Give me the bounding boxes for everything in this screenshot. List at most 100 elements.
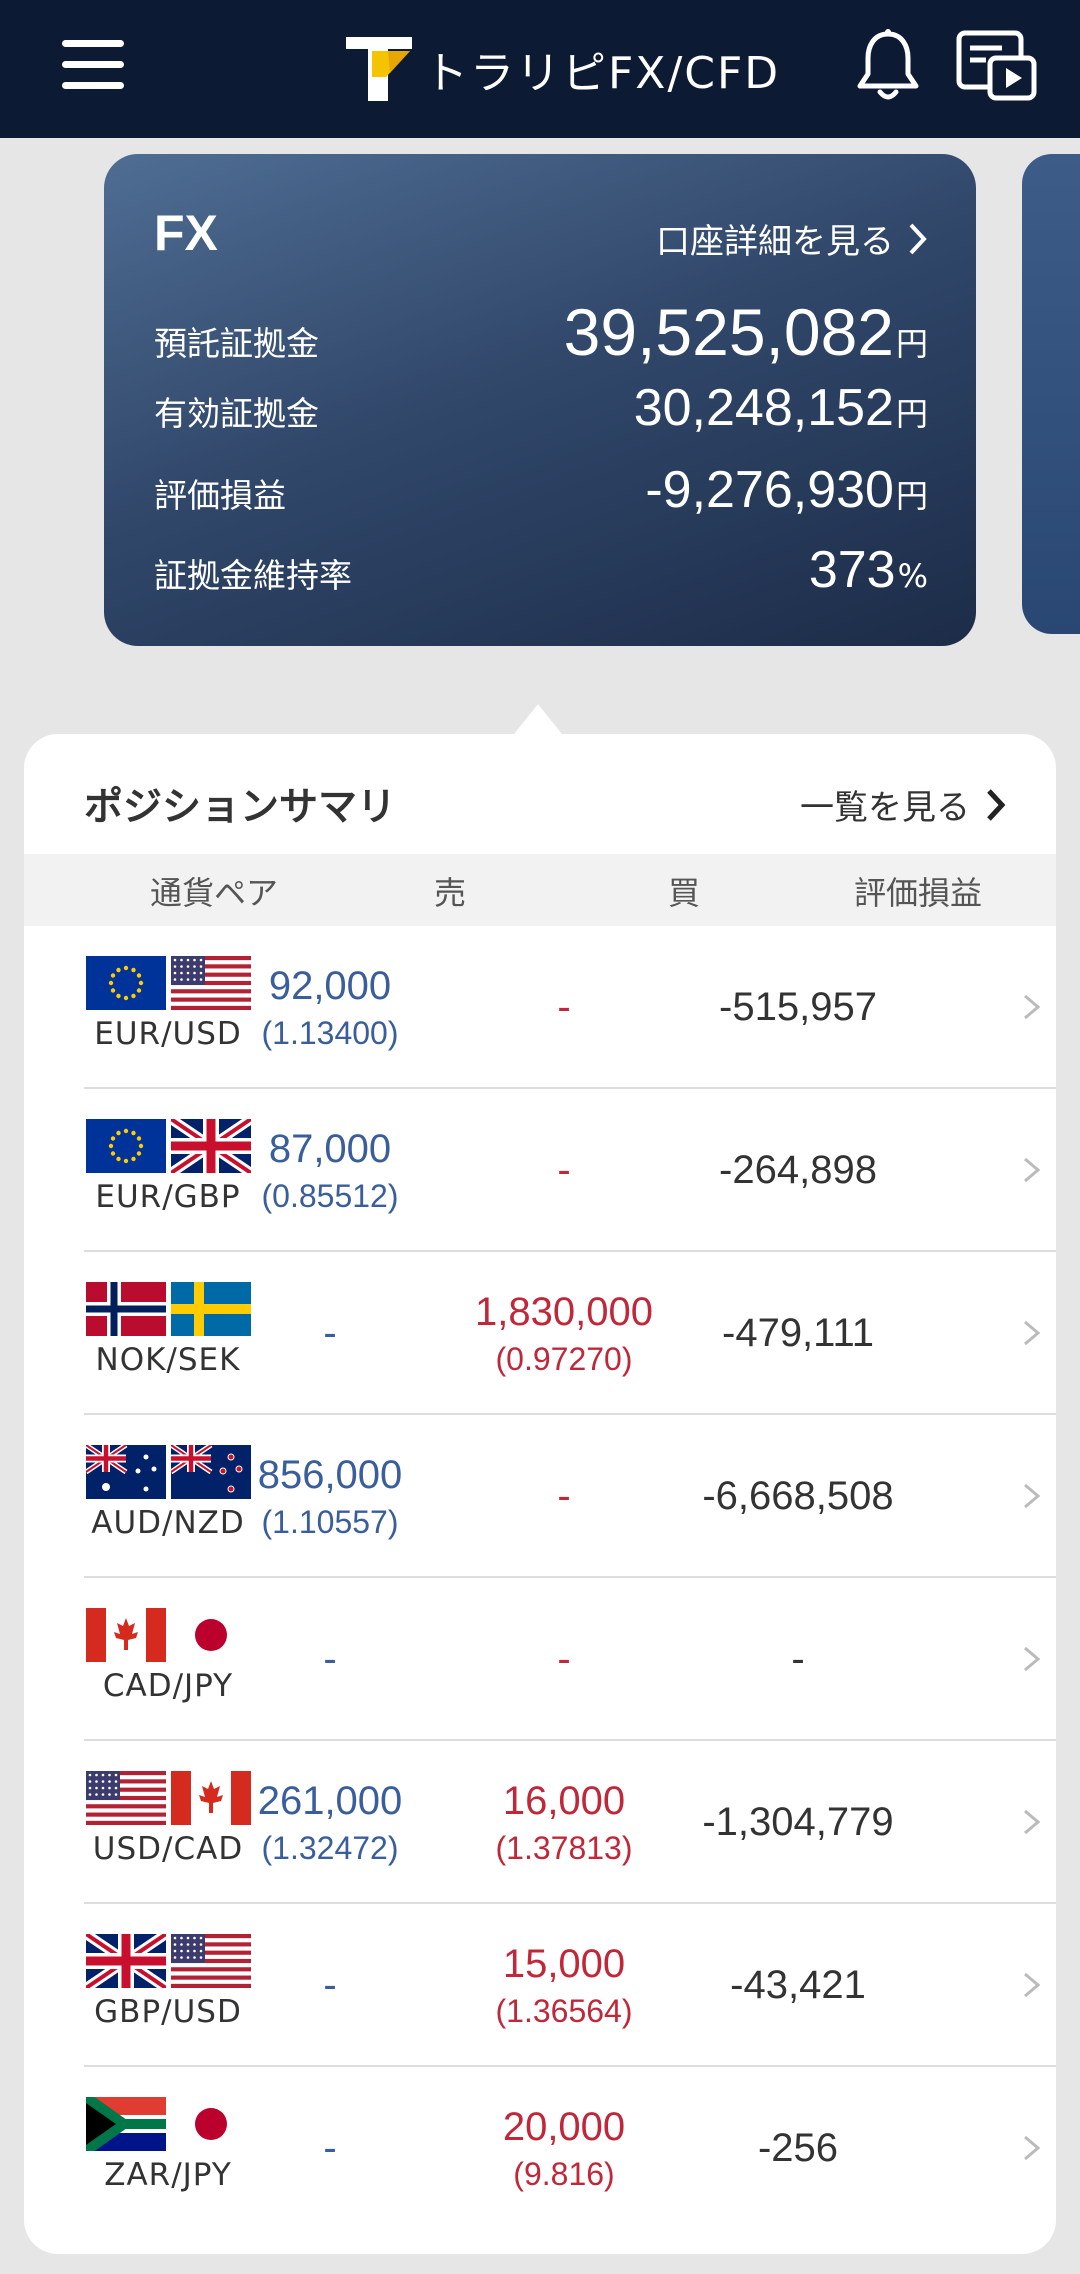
col-pair: 通貨ペア xyxy=(149,874,278,912)
app-logo: トラリピFX/CFD xyxy=(346,34,780,104)
sell-rate: (1.10557) xyxy=(261,1503,399,1540)
chevron-right-icon xyxy=(1024,1809,1041,1835)
chevron-right-icon xyxy=(987,788,1006,821)
sell-quantity: - xyxy=(323,1637,337,1681)
pl-value: -43,421 xyxy=(730,1963,866,2007)
next-account-card[interactable] xyxy=(1022,154,1080,634)
app-header: トラリピFX/CFD xyxy=(0,0,1080,138)
australia-flag-icon xyxy=(85,1445,166,1499)
position-row[interactable]: USD/CAD 261,000 (1.32472) 16,000 (1.3781… xyxy=(84,1741,1056,1904)
deposit-margin-label: 預託証拠金 xyxy=(154,324,319,363)
sell-cell: 261,000 (1.32472) xyxy=(210,1741,450,1904)
margin-ratio-label: 証拠金維持率 xyxy=(154,556,352,595)
account-detail-label: 口座詳細を見る xyxy=(656,222,894,262)
buy-cell: - xyxy=(444,926,684,1089)
sell-cell: - xyxy=(210,1904,450,2067)
deposit-margin-value: 39,525,082 xyxy=(563,295,894,369)
buy-rate: (1.36564) xyxy=(495,1992,633,2029)
sell-rate: (0.85512) xyxy=(261,1177,399,1214)
position-row[interactable]: ZAR/JPY - 20,000 (9.816) -256 xyxy=(84,2067,1056,2230)
pl-value: -6,668,508 xyxy=(702,1474,894,1518)
deposit-margin-unit: 円 xyxy=(895,325,928,363)
buy-quantity: - xyxy=(557,1474,571,1518)
sell-quantity: 87,000 xyxy=(268,1126,392,1171)
chevron-right-icon xyxy=(1024,1646,1041,1672)
position-row[interactable]: CAD/JPY - - - xyxy=(84,1578,1056,1741)
buy-cell: 1,830,000 (0.97270) xyxy=(444,1252,684,1415)
unrealized-pl-row: 評価損益 -9,276,930円 xyxy=(154,460,928,520)
buy-quantity: - xyxy=(557,1148,571,1192)
chevron-right-icon xyxy=(1024,1157,1041,1183)
canada-flag-icon xyxy=(85,1608,166,1662)
logo-mark-icon xyxy=(346,37,412,101)
sell-quantity: 92,000 xyxy=(268,963,392,1008)
position-summary-title: ポジションサマリ xyxy=(84,785,397,830)
col-pl: 評価損益 xyxy=(853,874,982,912)
chevron-right-icon xyxy=(1024,1972,1041,1998)
buy-quantity: 1,830,000 xyxy=(475,1289,653,1334)
buy-quantity: 15,000 xyxy=(502,1941,626,1986)
pl-value: -515,957 xyxy=(719,985,877,1029)
margin-ratio-unit: % xyxy=(897,557,928,595)
sell-cell: - xyxy=(210,1252,450,1415)
pl-value: -479,111 xyxy=(722,1311,874,1355)
buy-quantity: 16,000 xyxy=(502,1778,626,1823)
chevron-right-icon xyxy=(1024,1483,1041,1509)
account-detail-link[interactable]: 口座詳細を見る xyxy=(656,214,928,263)
unrealized-pl-unit: 円 xyxy=(895,477,928,515)
eu-flag-icon xyxy=(85,956,166,1010)
effective-margin-value: 30,248,152 xyxy=(633,379,894,437)
us-flag-icon xyxy=(85,1771,166,1825)
pl-cell: -264,898 xyxy=(678,1089,918,1252)
effective-margin-row: 有効証拠金 30,248,152円 xyxy=(154,378,928,438)
pl-cell: -515,957 xyxy=(678,926,918,1089)
buy-rate: (9.816) xyxy=(513,2155,615,2192)
pl-cell: -43,421 xyxy=(678,1904,918,2067)
buy-quantity: 20,000 xyxy=(502,2104,626,2149)
buy-cell: - xyxy=(444,1089,684,1252)
view-all-link[interactable]: 一覧を見る xyxy=(800,780,1006,829)
position-row[interactable]: EUR/GBP 87,000 (0.85512) - -264,898 xyxy=(84,1089,1056,1252)
margin-ratio-value: 373 xyxy=(808,541,896,599)
unrealized-pl-label: 評価損益 xyxy=(154,476,286,515)
video-tutorial-icon[interactable] xyxy=(956,30,1038,102)
sell-quantity: - xyxy=(323,1311,337,1355)
sell-cell: 92,000 (1.13400) xyxy=(210,926,450,1089)
fx-account-card[interactable]: FX 口座詳細を見る 預託証拠金 39,525,082円 有効証拠金 30,24… xyxy=(104,154,976,646)
unrealized-pl-value: -9,276,930 xyxy=(645,461,894,519)
table-header: 通貨ペア 売 買 評価損益 xyxy=(24,854,1056,926)
pl-value: -256 xyxy=(757,2126,839,2170)
position-row[interactable]: EUR/USD 92,000 (1.13400) - -515,957 xyxy=(84,926,1056,1089)
sell-rate: (1.32472) xyxy=(261,1829,399,1866)
pl-cell: -479,111 xyxy=(678,1252,918,1415)
sell-quantity: - xyxy=(323,1963,337,2007)
hamburger-menu-icon[interactable] xyxy=(62,38,128,92)
pl-value: - xyxy=(791,1637,805,1681)
fx-card-title: FX xyxy=(154,205,218,261)
pl-cell: -6,668,508 xyxy=(678,1415,918,1578)
buy-cell: 20,000 (9.816) xyxy=(444,2067,684,2230)
col-sell: 売 xyxy=(433,874,466,912)
sell-cell: - xyxy=(210,1578,450,1741)
position-row[interactable]: GBP/USD - 15,000 (1.36564) -43,421 xyxy=(84,1904,1056,2067)
buy-rate: (1.37813) xyxy=(495,1829,633,1866)
chevron-right-icon xyxy=(1024,994,1041,1020)
sell-quantity: 856,000 xyxy=(257,1452,403,1497)
sell-cell: 87,000 (0.85512) xyxy=(210,1089,450,1252)
buy-quantity: - xyxy=(557,985,571,1029)
pl-cell: -1,304,779 xyxy=(678,1741,918,1904)
position-row[interactable]: NOK/SEK - 1,830,000 (0.97270) -479,111 xyxy=(84,1252,1056,1415)
sell-quantity: 261,000 xyxy=(257,1778,403,1823)
sell-cell: - xyxy=(210,2067,450,2230)
norway-flag-icon xyxy=(85,1282,166,1336)
sell-cell: 856,000 (1.10557) xyxy=(210,1415,450,1578)
pl-cell: - xyxy=(678,1578,918,1741)
deposit-margin-row: 預託証拠金 39,525,082円 xyxy=(154,294,928,370)
notification-bell-icon[interactable] xyxy=(854,28,922,104)
buy-quantity: - xyxy=(557,1637,571,1681)
position-row[interactable]: AUD/NZD 856,000 (1.10557) - -6,668,508 xyxy=(84,1415,1056,1578)
buy-rate: (0.97270) xyxy=(495,1340,633,1377)
gb-flag-icon xyxy=(85,1934,166,1988)
chevron-right-icon xyxy=(909,223,927,254)
sell-rate: (1.13400) xyxy=(261,1014,399,1051)
